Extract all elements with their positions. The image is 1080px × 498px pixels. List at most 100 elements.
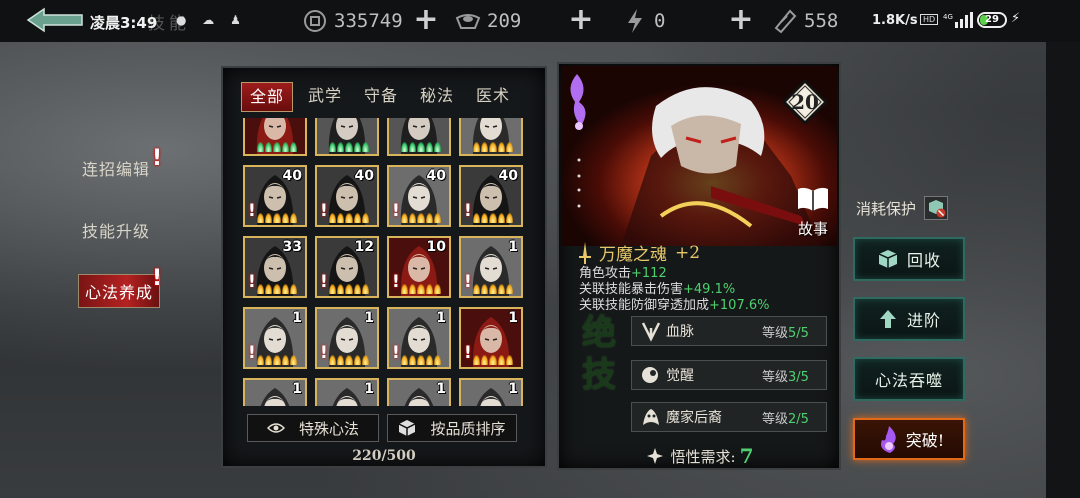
special-xinfa-button[interactable]: 特殊心法	[247, 414, 379, 442]
flame-icon	[361, 284, 370, 294]
skill-card[interactable]: 1!	[243, 307, 307, 369]
skill-card[interactable]: 1!	[387, 307, 451, 369]
skill-card-list: 40!40!40!40!33!12!10!1!1!1!1!1!1!1!1!1!	[243, 118, 533, 406]
protection-checkbox[interactable]	[924, 196, 949, 220]
sidebar-item-xinfa-training[interactable]: 心法养成	[78, 274, 161, 308]
flame-icon	[329, 142, 337, 152]
skill-card[interactable]: 1!	[315, 378, 379, 406]
skill-card[interactable]: 10!	[387, 236, 451, 298]
lightning-icon	[622, 8, 648, 34]
recycle-button[interactable]: 回收	[853, 237, 965, 281]
flame-icon	[289, 213, 298, 223]
alert-icon: !	[248, 201, 256, 221]
skill-card[interactable]	[459, 118, 523, 156]
skill-card[interactable]: 40!	[387, 165, 451, 227]
recycle-label: 回收	[906, 251, 941, 270]
skill-grid-panel: 全部 武学 守备 秘法 医术 40! 40! 40! 40! 33! 12! 10! 1! 1!…	[221, 66, 547, 468]
flame-icon	[433, 355, 442, 365]
flame-icon	[353, 142, 361, 152]
tab-medicine[interactable]: 医术	[465, 82, 521, 112]
flame-icon	[273, 284, 281, 294]
flame-icon	[257, 213, 265, 223]
quality-flames	[473, 284, 514, 294]
add-energy-button[interactable]: +	[726, 5, 756, 35]
requirement-label: 悟性需求:	[670, 447, 736, 466]
sword-icon	[579, 241, 591, 264]
quality-flames	[257, 213, 298, 223]
ticket-value: 558	[804, 10, 839, 32]
skill-card[interactable]: 33!	[243, 236, 307, 298]
alert-icon: !	[152, 146, 163, 171]
skill-artwork: 20 故事	[561, 66, 837, 246]
book-icon	[798, 187, 828, 211]
alert-icon: !	[464, 272, 472, 292]
alert-icon: !	[392, 343, 400, 363]
flame-icon	[505, 142, 514, 152]
energy-value: 0	[654, 10, 666, 32]
skill-card[interactable]	[243, 118, 307, 156]
flame-icon	[409, 213, 417, 223]
story-button[interactable]: 故事	[793, 186, 833, 239]
screen-edge	[1046, 42, 1080, 498]
ingot-resource: 209	[455, 8, 521, 34]
consume-protection-toggle[interactable]: 消耗保护	[856, 196, 949, 220]
wisdom-icon	[646, 448, 663, 464]
advance-button[interactable]: 进阶	[853, 297, 965, 341]
flame-icon	[345, 213, 353, 223]
attribute-row-bloodline[interactable]: 血脉 等级5/5	[631, 316, 827, 346]
add-coin-button[interactable]: +	[411, 5, 441, 35]
skill-card[interactable]	[315, 118, 379, 156]
card-level: 1	[292, 310, 302, 326]
back-arrow-icon[interactable]	[24, 6, 86, 34]
flame-icon	[425, 213, 433, 223]
flame-icon	[289, 355, 298, 365]
alert-icon: !	[392, 201, 400, 221]
advance-label: 进阶	[906, 311, 941, 330]
skill-card[interactable]: 1!	[315, 307, 379, 369]
flame-icon	[329, 213, 337, 223]
skill-card[interactable]: 12!	[315, 236, 379, 298]
xinfa-devour-button[interactable]: 心法吞噬	[853, 357, 965, 401]
alert-icon: !	[392, 272, 400, 292]
skill-card[interactable]: 1!	[459, 236, 523, 298]
skill-card[interactable]: 40!	[459, 165, 523, 227]
skill-grid: 40!40!40!40!33!12!10!1!1!1!1!1!1!1!1!1!	[243, 118, 533, 406]
skill-card[interactable]: 40!	[315, 165, 379, 227]
attribute-row-awaken[interactable]: 觉醒 等级3/5	[631, 360, 827, 390]
attribute-name: 魔家后裔	[666, 410, 722, 426]
sort-by-quality-button[interactable]: 按品质排序	[387, 414, 517, 442]
alert-icon: !	[320, 272, 328, 292]
skill-card[interactable]: 1!	[387, 378, 451, 406]
flame-icon	[417, 142, 425, 152]
attribute-row-demon-heir[interactable]: 魔家后裔 等级2/5	[631, 402, 827, 432]
alert-icon: !	[464, 201, 472, 221]
flame-icon	[497, 142, 505, 152]
skill-plus: +2	[675, 242, 701, 263]
skill-card[interactable]: 40!	[243, 165, 307, 227]
tab-secret[interactable]: 秘法	[409, 82, 465, 112]
breakthrough-button[interactable]: 突破!	[853, 418, 965, 460]
comprehension-requirement: 悟性需求: 7	[559, 444, 839, 468]
sidebar-item-skill-upgrade[interactable]: 技能升级	[82, 218, 150, 242]
flame-icon	[497, 355, 505, 365]
tab-martial[interactable]: 武学	[297, 82, 353, 112]
flame-icon	[505, 284, 514, 294]
card-level: 1	[508, 310, 518, 326]
flame-icon	[337, 355, 345, 365]
quality-flames	[329, 284, 370, 294]
skill-card[interactable]: 1!	[459, 378, 523, 406]
flame-icon	[281, 284, 289, 294]
flame-icon	[257, 355, 265, 365]
skill-card[interactable]: 1!	[243, 378, 307, 406]
skill-card[interactable]	[387, 118, 451, 156]
tab-defense[interactable]: 守备	[353, 82, 409, 112]
skill-card[interactable]: 1!	[459, 307, 523, 369]
cube-icon	[398, 419, 416, 437]
purple-flame-icon	[880, 426, 896, 453]
add-ingot-button[interactable]: +	[566, 5, 596, 35]
sidebar-item-combo-edit[interactable]: 连招编辑	[82, 156, 150, 180]
stat-row: 关联技能防御穿透加成+107.6%	[579, 294, 769, 313]
quality-flames	[401, 142, 442, 152]
tab-all[interactable]: 全部	[241, 82, 293, 112]
alert-icon: !	[152, 266, 163, 291]
